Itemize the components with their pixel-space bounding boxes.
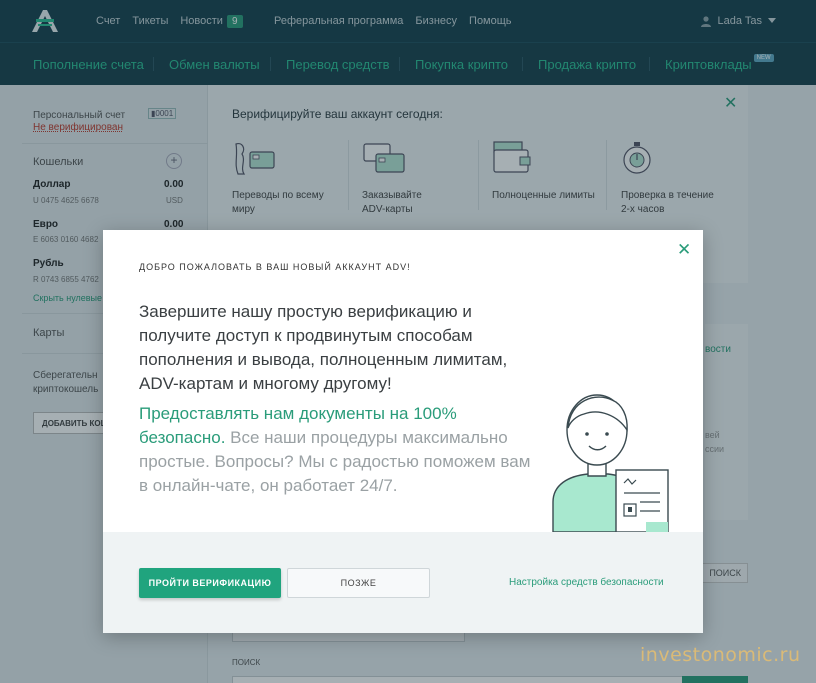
modal-secondary-text: Предоставлять нам документы на 100% безо… [139, 404, 531, 495]
later-button[interactable]: ПОЗЖЕ [287, 568, 430, 598]
welcome-modal: ✕ ДОБРО ПОЖАЛОВАТЬ В ВАШ НОВЫЙ АККАУНТ A… [103, 230, 703, 633]
modal-eyebrow: ДОБРО ПОЖАЛОВАТЬ В ВАШ НОВЫЙ АККАУНТ ADV… [139, 262, 411, 272]
watermark: investonomic.ru [640, 644, 801, 666]
modal-footer: ПРОЙТИ ВЕРИФИКАЦИЮ ПОЗЖЕ Настройка средс… [103, 532, 703, 633]
security-settings-link[interactable]: Настройка средств безопасности [509, 577, 664, 588]
modal-main-text: Завершите нашу простую верификацию и пол… [139, 302, 508, 393]
start-verification-button[interactable]: ПРОЙТИ ВЕРИФИКАЦИЮ [139, 568, 281, 598]
modal-close-icon[interactable]: ✕ [677, 240, 691, 260]
person-document-illustration [552, 394, 669, 532]
